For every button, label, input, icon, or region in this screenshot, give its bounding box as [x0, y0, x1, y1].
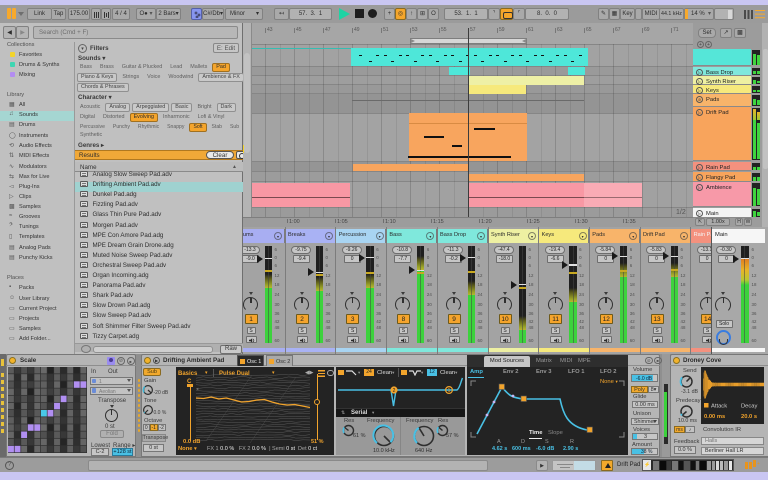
svg-text:2: 2 — [393, 388, 396, 394]
svg-text:Attack: Attack — [711, 404, 727, 410]
svg-text:Decay: Decay — [741, 404, 758, 410]
svg-text:20.0 s: 20.0 s — [741, 414, 757, 420]
svg-text:1: 1 — [448, 388, 451, 394]
svg-text:0.00 ms: 0.00 ms — [704, 414, 725, 420]
